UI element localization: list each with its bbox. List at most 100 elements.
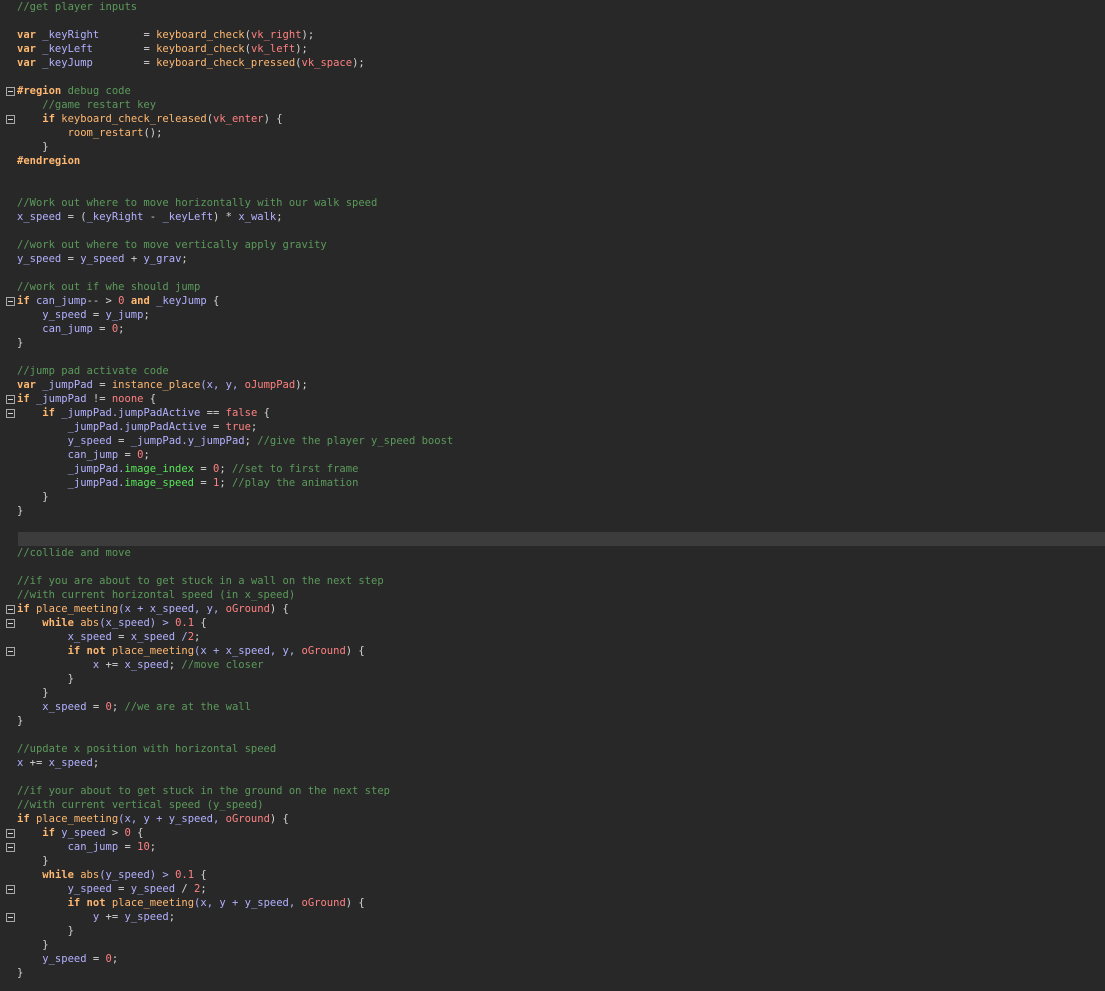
code-line[interactable]: var _keyJump = keyboard_check_pressed(vk… xyxy=(0,56,1105,70)
fold-toggle-icon[interactable] xyxy=(6,87,15,96)
code-line[interactable]: y += y_speed; xyxy=(0,910,1105,924)
fold-toggle-icon[interactable] xyxy=(6,605,15,614)
code-line[interactable] xyxy=(0,728,1105,742)
code-token: - xyxy=(143,211,163,223)
code-line[interactable]: if keyboard_check_released(vk_enter) { xyxy=(0,112,1105,126)
fold-toggle-icon[interactable] xyxy=(6,843,15,852)
code-line[interactable]: } xyxy=(0,924,1105,938)
code-line[interactable]: can_jump = 0; xyxy=(0,448,1105,462)
code-text: if not place_meeting(x + x_speed, y, oGr… xyxy=(17,644,365,658)
code-line[interactable] xyxy=(0,182,1105,196)
code-token: y_grav xyxy=(143,253,182,265)
code-line[interactable]: if place_meeting(x, y + y_speed, oGround… xyxy=(0,812,1105,826)
code-line[interactable]: //update x position with horizontal spee… xyxy=(0,742,1105,756)
code-line[interactable] xyxy=(0,518,1105,532)
code-line[interactable]: _jumpPad.image_speed = 1; //play the ani… xyxy=(0,476,1105,490)
code-line[interactable]: //work out if whe should jump xyxy=(0,280,1105,294)
code-line[interactable]: y_speed = y_speed / 2; xyxy=(0,882,1105,896)
code-line[interactable]: //if your about to get stuck in the grou… xyxy=(0,784,1105,798)
code-line[interactable]: } xyxy=(0,672,1105,686)
code-token: (y_speed) > xyxy=(99,869,176,881)
fold-toggle-icon[interactable] xyxy=(6,409,15,418)
code-line[interactable]: } xyxy=(0,854,1105,868)
code-line[interactable]: while abs(y_speed) > 0.1 { xyxy=(0,868,1105,882)
fold-toggle-icon[interactable] xyxy=(6,115,15,124)
code-line[interactable]: //collide and move xyxy=(0,546,1105,560)
code-line[interactable]: var _keyLeft = keyboard_check(vk_left); xyxy=(0,42,1105,56)
code-line[interactable]: #region debug code xyxy=(0,84,1105,98)
code-line[interactable]: } xyxy=(0,938,1105,952)
code-editor[interactable]: //get player inputs var _keyRight = keybo… xyxy=(0,0,1105,991)
code-line[interactable]: if place_meeting(x + x_speed, y, oGround… xyxy=(0,602,1105,616)
code-line[interactable]: y_speed = _jumpPad.y_jumpPad; //give the… xyxy=(0,434,1105,448)
code-line[interactable]: x += x_speed; xyxy=(0,756,1105,770)
code-token: //game restart key xyxy=(17,99,157,111)
code-line[interactable] xyxy=(0,770,1105,784)
code-line[interactable]: y_speed = 0; xyxy=(0,952,1105,966)
fold-toggle-icon[interactable] xyxy=(6,829,15,838)
code-line[interactable]: y_speed = y_jump; xyxy=(0,308,1105,322)
code-line[interactable]: } xyxy=(0,336,1105,350)
code-line[interactable]: var _jumpPad = instance_place(x, y, oJum… xyxy=(0,378,1105,392)
fold-toggle-icon[interactable] xyxy=(6,395,15,404)
code-line[interactable]: #endregion xyxy=(0,154,1105,168)
code-line[interactable]: while abs(x_speed) > 0.1 { xyxy=(0,616,1105,630)
code-line[interactable]: } xyxy=(0,140,1105,154)
code-line[interactable]: //game restart key xyxy=(0,98,1105,112)
code-line[interactable] xyxy=(0,14,1105,28)
code-line[interactable]: if y_speed > 0 { xyxy=(0,826,1105,840)
fold-toggle-icon[interactable] xyxy=(6,619,15,628)
code-line[interactable]: if _jumpPad.jumpPadActive == false { xyxy=(0,406,1105,420)
code-line[interactable]: if _jumpPad != noone { xyxy=(0,392,1105,406)
code-line[interactable]: if not place_meeting(x + x_speed, y, oGr… xyxy=(0,644,1105,658)
code-line[interactable] xyxy=(0,224,1105,238)
code-line[interactable]: y_speed = y_speed + y_grav; xyxy=(0,252,1105,266)
code-line[interactable]: x_speed = (_keyRight - _keyLeft) * x_wal… xyxy=(0,210,1105,224)
code-line[interactable]: //with current horizontal speed (in x_sp… xyxy=(0,588,1105,602)
code-line[interactable] xyxy=(0,168,1105,182)
code-line[interactable]: //if you are about to get stuck in a wal… xyxy=(0,574,1105,588)
code-line[interactable]: if not place_meeting(x, y + y_speed, oGr… xyxy=(0,896,1105,910)
code-line[interactable]: //work out where to move vertically appl… xyxy=(0,238,1105,252)
code-line[interactable]: if can_jump-- > 0 and _keyJump { xyxy=(0,294,1105,308)
code-line[interactable]: } xyxy=(0,966,1105,980)
code-token: y xyxy=(17,911,100,923)
code-line[interactable] xyxy=(0,266,1105,280)
code-line[interactable]: var _keyRight = keyboard_check(vk_right)… xyxy=(0,28,1105,42)
code-line[interactable]: room_restart(); xyxy=(0,126,1105,140)
fold-toggle-icon[interactable] xyxy=(6,647,15,656)
current-line[interactable] xyxy=(0,532,1105,546)
code-text: } xyxy=(17,336,23,350)
code-text: } xyxy=(17,924,74,938)
code-token: (x + x_speed, y, xyxy=(194,645,302,657)
code-token: ) * xyxy=(213,211,239,223)
code-line[interactable]: _jumpPad.image_index = 0; //set to first… xyxy=(0,462,1105,476)
code-line[interactable] xyxy=(0,560,1105,574)
fold-toggle-icon[interactable] xyxy=(6,297,15,306)
code-line[interactable]: x_speed = x_speed /2; xyxy=(0,630,1105,644)
code-token: ; xyxy=(168,659,182,671)
code-line[interactable]: } xyxy=(0,686,1105,700)
code-token: //move closer xyxy=(181,659,264,671)
code-line[interactable]: } xyxy=(0,490,1105,504)
code-token: = ( xyxy=(61,211,87,223)
code-line[interactable]: //with current vertical speed (y_speed) xyxy=(0,798,1105,812)
code-line[interactable]: //Work out where to move horizontally wi… xyxy=(0,196,1105,210)
code-line[interactable]: x_speed = 0; //we are at the wall xyxy=(0,700,1105,714)
code-line[interactable]: } xyxy=(0,714,1105,728)
code-area[interactable]: //get player inputs var _keyRight = keybo… xyxy=(0,0,1105,991)
code-line[interactable] xyxy=(0,350,1105,364)
code-line[interactable] xyxy=(0,70,1105,84)
code-text: can_jump = 0; xyxy=(17,322,124,336)
code-line[interactable]: } xyxy=(0,504,1105,518)
code-line[interactable]: x += x_speed; //move closer xyxy=(0,658,1105,672)
code-token: var xyxy=(17,57,36,69)
code-line[interactable]: //jump pad activate code xyxy=(0,364,1105,378)
fold-toggle-icon[interactable] xyxy=(6,913,15,922)
code-line[interactable]: can_jump = 10; xyxy=(0,840,1105,854)
fold-toggle-icon[interactable] xyxy=(6,885,15,894)
code-line[interactable]: //get player inputs xyxy=(0,0,1105,14)
code-token: y_speed xyxy=(54,827,106,839)
code-line[interactable]: can_jump = 0; xyxy=(0,322,1105,336)
code-line[interactable]: _jumpPad.jumpPadActive = true; xyxy=(0,420,1105,434)
